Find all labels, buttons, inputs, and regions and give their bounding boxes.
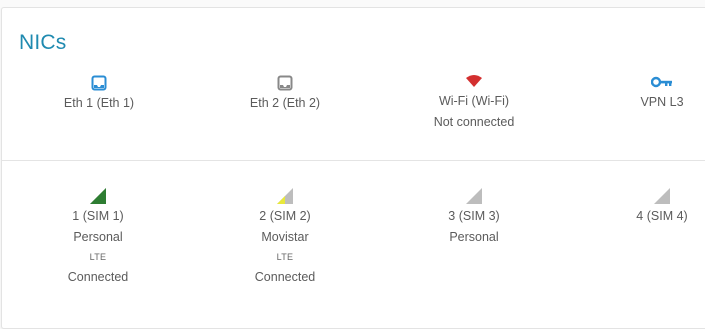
- signal-icon: [215, 184, 355, 206]
- sim-3[interactable]: 3 (SIM 3) Personal: [404, 184, 544, 248]
- signal-icon: [592, 184, 705, 206]
- nic-label: Eth 1 (Eth 1): [63, 96, 135, 110]
- wifi-icon: [404, 71, 544, 91]
- ethernet-icon: [29, 73, 169, 93]
- nic-status: Not connected: [433, 115, 515, 129]
- sim-operator: Personal: [73, 230, 123, 244]
- signal-icon: [404, 184, 544, 206]
- nic-eth1[interactable]: Eth 1 (Eth 1): [29, 73, 169, 114]
- sim-label: 4 (SIM 4): [636, 209, 688, 223]
- key-icon: [592, 72, 705, 92]
- sim-tech: LTE: [89, 252, 107, 262]
- sim-operator: Movistar: [261, 230, 309, 244]
- nic-wifi[interactable]: Wi-Fi (Wi-Fi) Not connected: [404, 71, 544, 133]
- sim-1[interactable]: 1 (SIM 1) Personal LTE Connected: [28, 184, 168, 288]
- nic-eth2[interactable]: Eth 2 (Eth 2): [215, 73, 355, 114]
- panel-title: NICs: [19, 31, 67, 54]
- sim-tech: LTE: [276, 252, 294, 262]
- nic-label: VPN L3: [640, 95, 684, 109]
- sim-status: Connected: [254, 270, 316, 284]
- ethernet-icon: [215, 73, 355, 93]
- nic-label: Eth 2 (Eth 2): [249, 96, 321, 110]
- signal-icon: [28, 184, 168, 206]
- nics-panel: NICs Eth 1 (Eth 1) Eth 2 (Eth 2) Wi-Fi (…: [1, 7, 705, 329]
- sim-status: Connected: [67, 270, 129, 284]
- sim-4[interactable]: 4 (SIM 4): [592, 184, 705, 227]
- sim-operator: Personal: [449, 230, 499, 244]
- sim-label: 1 (SIM 1): [72, 209, 124, 223]
- section-divider: [2, 160, 705, 161]
- sim-2[interactable]: 2 (SIM 2) Movistar LTE Connected: [215, 184, 355, 288]
- nic-label: Wi-Fi (Wi-Fi): [438, 94, 510, 108]
- sim-label: 3 (SIM 3): [448, 209, 500, 223]
- nic-vpn[interactable]: VPN L3: [592, 72, 705, 113]
- sim-label: 2 (SIM 2): [259, 209, 311, 223]
